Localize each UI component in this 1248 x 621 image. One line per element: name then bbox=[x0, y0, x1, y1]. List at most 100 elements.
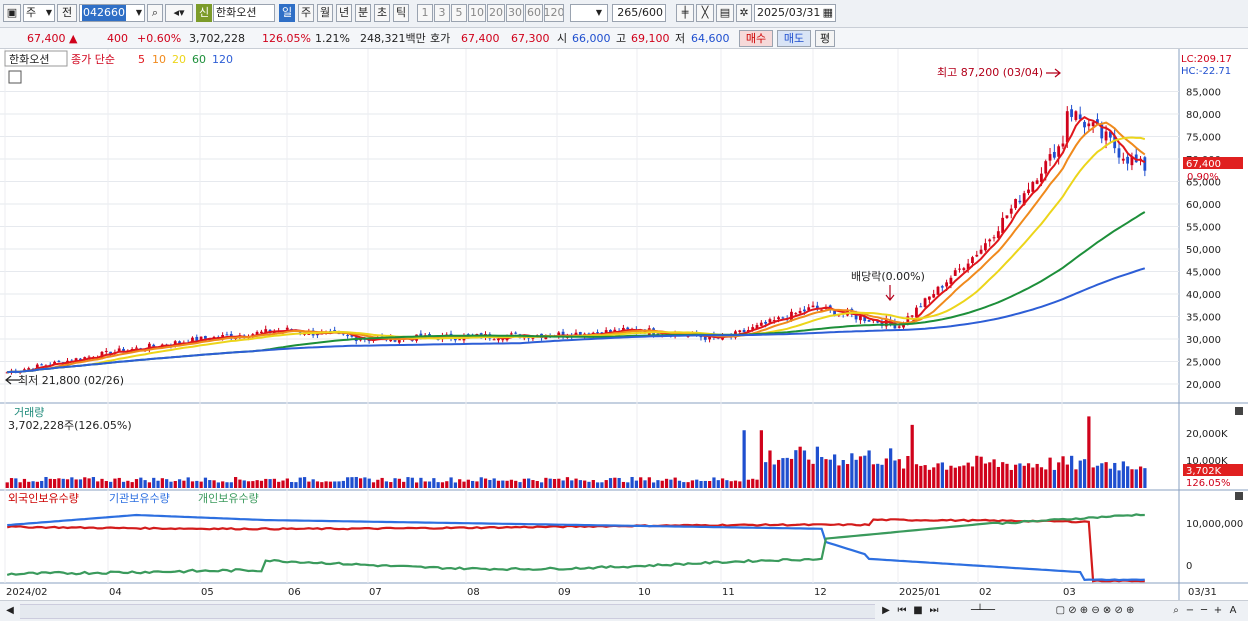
date-input[interactable]: 2025/03/31 ▦ bbox=[754, 4, 836, 22]
volume-bar bbox=[746, 479, 751, 488]
interval-button-60[interactable]: 60 bbox=[525, 4, 543, 22]
stop-icon[interactable]: ■ bbox=[911, 604, 925, 619]
candle-type-icon[interactable]: ╪ bbox=[676, 4, 694, 22]
volume-bar bbox=[854, 459, 858, 488]
period-button-3[interactable]: 년 bbox=[336, 4, 352, 22]
volume-bar bbox=[216, 482, 220, 488]
volume-bar bbox=[742, 430, 746, 488]
window-menu-icon[interactable]: ▣ bbox=[3, 4, 21, 22]
drawing-tools-icon[interactable]: ▢ ⊘ ⊕ ⊖ ⊗ ⊘ ⊕ bbox=[1025, 604, 1165, 619]
period-button-5[interactable]: 초 bbox=[374, 4, 390, 22]
price-axis-label-10: 35,000 bbox=[1186, 313, 1221, 324]
volume-value: 3,702,228 bbox=[189, 32, 245, 45]
volume-bar bbox=[936, 463, 940, 488]
first-page-icon[interactable]: ⏮ bbox=[895, 604, 909, 619]
volume-bar bbox=[384, 481, 389, 488]
count-input[interactable]: 265/600 bbox=[612, 4, 666, 22]
prev-button[interactable]: 전 bbox=[57, 4, 77, 22]
volume-bar bbox=[100, 478, 104, 488]
draw-tool-icon[interactable]: ╳ bbox=[696, 4, 714, 22]
volume-bar bbox=[311, 479, 315, 488]
volume-bar bbox=[768, 450, 772, 488]
volume-bar bbox=[591, 480, 595, 488]
stock-chart[interactable]: 한화오션 종가 단순 5 10 20 60 120 LC:209.17 HC:-… bbox=[0, 49, 1248, 600]
interval-select[interactable]: ▼ bbox=[570, 4, 608, 22]
volume-bar bbox=[548, 478, 552, 488]
volume-bar bbox=[225, 482, 229, 488]
volume-bar bbox=[83, 477, 87, 488]
search-icon[interactable]: ⌕ bbox=[1170, 604, 1182, 619]
interval-button-20[interactable]: 20 bbox=[487, 4, 505, 22]
period-button-4[interactable]: 분 bbox=[355, 4, 371, 22]
close-icon[interactable] bbox=[1235, 407, 1243, 415]
interval-button-3[interactable]: 3 bbox=[434, 4, 450, 22]
search-icon[interactable]: ⌕ bbox=[147, 4, 163, 22]
volume-pct-tag: 126.05% bbox=[1186, 478, 1231, 489]
current-price: 67,400 ▲ bbox=[27, 32, 78, 45]
volume-bar bbox=[65, 479, 70, 488]
scroll-right-icon[interactable]: ▶ bbox=[880, 604, 892, 619]
volume-bar bbox=[587, 481, 591, 488]
zoom-slider[interactable]: ─┴── bbox=[948, 604, 1018, 619]
volume-bar bbox=[733, 480, 738, 488]
volume-bar bbox=[117, 477, 121, 488]
eval-button[interactable]: 평 bbox=[815, 30, 835, 47]
scroll-left-icon[interactable]: ◀ bbox=[4, 604, 16, 619]
volume-bar bbox=[501, 480, 505, 488]
save-icon[interactable]: ▤ bbox=[716, 4, 734, 22]
zoom-in-icon[interactable]: + bbox=[1212, 604, 1224, 619]
price-axis-label-1: 80,000 bbox=[1186, 110, 1221, 121]
buy-button[interactable]: 매수 bbox=[739, 30, 773, 47]
volume-bar bbox=[1100, 463, 1104, 488]
period-button-6[interactable]: 틱 bbox=[393, 4, 409, 22]
scrollbar-track[interactable] bbox=[20, 604, 875, 619]
zoom-out-icon[interactable]: − bbox=[1184, 604, 1196, 619]
table-icon[interactable] bbox=[8, 70, 22, 84]
volume-bar bbox=[557, 478, 561, 488]
stock-code-input[interactable]: 042660 ▼ bbox=[79, 4, 145, 22]
volume-bar bbox=[781, 458, 785, 488]
volume-bar bbox=[1031, 467, 1035, 488]
ma120-legend: 120 bbox=[212, 53, 233, 66]
interval-button-5[interactable]: 5 bbox=[451, 4, 467, 22]
period-button-0[interactable]: 일 bbox=[279, 4, 295, 22]
interval-button-120[interactable]: 120 bbox=[544, 4, 564, 22]
zoom-reset-icon[interactable]: ─ bbox=[1198, 604, 1210, 619]
interval-button-30[interactable]: 30 bbox=[506, 4, 524, 22]
sell-button[interactable]: 매도 bbox=[777, 30, 811, 47]
volume-bar bbox=[561, 480, 565, 488]
gear-icon[interactable]: ✲ bbox=[736, 4, 752, 22]
volume-bar bbox=[1018, 463, 1022, 488]
close-icon[interactable] bbox=[1235, 492, 1243, 500]
period-button-1[interactable]: 주 bbox=[298, 4, 314, 22]
volume-bar bbox=[690, 480, 695, 488]
volume-bar bbox=[514, 480, 518, 488]
font-size-icon[interactable]: A bbox=[1226, 604, 1240, 619]
volume-bar bbox=[1087, 416, 1091, 488]
period-button-2[interactable]: 월 bbox=[317, 4, 333, 22]
volume-bar bbox=[488, 479, 492, 488]
volume-bar bbox=[604, 480, 608, 488]
volume-bar bbox=[970, 466, 975, 488]
period-type-select[interactable]: 주 ▼ bbox=[23, 4, 55, 22]
volume-bar bbox=[578, 480, 582, 488]
volume-bar bbox=[738, 481, 742, 488]
volume-bar bbox=[673, 477, 677, 488]
volume-bar bbox=[35, 481, 39, 488]
holding-axis-label-2: 0 bbox=[1186, 561, 1192, 572]
volume-bar bbox=[518, 482, 522, 488]
volume-bar bbox=[764, 462, 768, 488]
volume-ratio: 126.05% bbox=[262, 32, 311, 45]
price-axis-label-12: 25,000 bbox=[1186, 358, 1221, 369]
ma-legend-prefix: 종가 단순 bbox=[71, 53, 115, 66]
interval-button-1[interactable]: 1 bbox=[417, 4, 433, 22]
stock-name-field[interactable]: 한화오션 bbox=[213, 4, 275, 22]
volume-bar bbox=[630, 476, 634, 488]
volume-bar bbox=[212, 480, 216, 488]
interval-button-10[interactable]: 10 bbox=[468, 4, 486, 22]
volume-bar bbox=[346, 477, 350, 488]
last-page-icon[interactable]: ⏭ bbox=[927, 604, 941, 619]
volume-bar bbox=[134, 479, 139, 488]
speaker-icon[interactable]: ◂▾ bbox=[165, 4, 193, 22]
bid-label: 호가 bbox=[430, 32, 451, 45]
